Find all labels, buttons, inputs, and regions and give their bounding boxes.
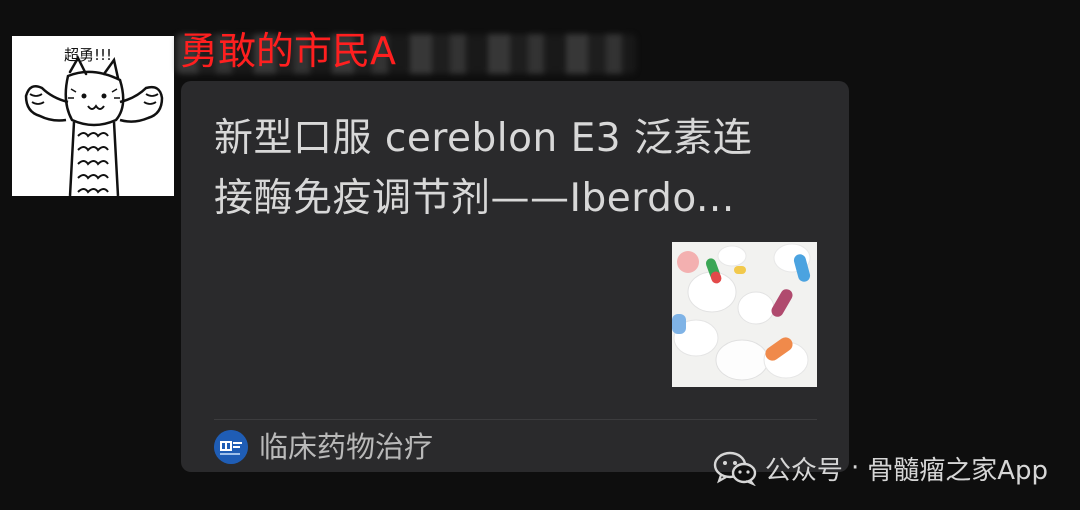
- avatar-caption: 超勇!!!: [64, 46, 112, 64]
- source-name: 临床药物治疗: [259, 430, 434, 464]
- pills-image-icon: [672, 242, 817, 387]
- sender-name[interactable]: 勇敢的市民A: [180, 26, 396, 76]
- watermark-separator: ·: [850, 453, 860, 483]
- article-thumbnail: [672, 242, 817, 387]
- chat-screen: 超勇!!! 勇敢的市民A 新型口服 cereblon E3 泛素连 接酶免疫调节…: [0, 0, 1080, 510]
- article-source[interactable]: 临床药物治疗: [214, 427, 433, 467]
- shared-article-card[interactable]: 新型口服 cereblon E3 泛素连 接酶免疫调节剂——Iberdo...: [181, 81, 849, 472]
- journal-logo-icon: [214, 430, 248, 464]
- sender-avatar[interactable]: 超勇!!!: [12, 36, 174, 196]
- article-title: 新型口服 cereblon E3 泛素连 接酶免疫调节剂——Iberdo...: [214, 109, 824, 229]
- watermark-account: 骨髓瘤之家App: [867, 455, 1048, 486]
- account-watermark: 公众号 · 骨髓瘤之家App: [713, 446, 1048, 490]
- sender-header: 勇敢的市民A: [180, 26, 396, 76]
- article-title-line2: 接酶免疫调节剂——Iberdo...: [214, 176, 735, 221]
- wechat-icon: [713, 451, 757, 486]
- watermark-prefix: 公众号: [764, 455, 843, 486]
- article-title-line1: 新型口服 cereblon E3 泛素连: [214, 116, 753, 161]
- cat-flexing-icon: 超勇!!!: [12, 36, 174, 196]
- card-divider: [214, 419, 817, 420]
